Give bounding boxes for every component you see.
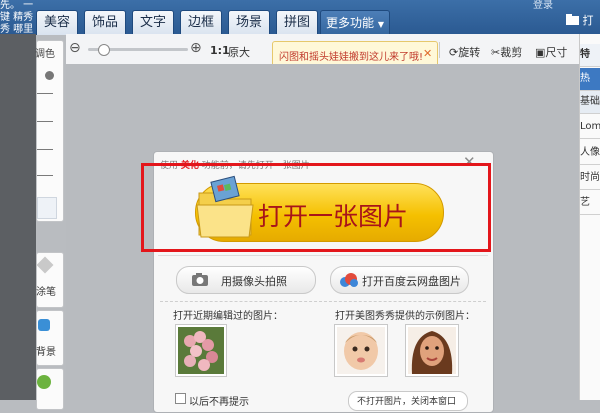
rotate-icon: ⟳ [449,46,459,59]
tab-frame[interactable]: 边框 [180,10,222,35]
slider-track[interactable] [37,175,53,176]
top-left-snippet: 先。 一键 精秀秀 哪里功能 [0,0,34,34]
brush-tool[interactable]: 涂笔 [36,252,64,308]
more-features-label: 更多功能 [326,16,375,30]
recent-images-label: 打开近期编辑过的图片： [173,311,283,322]
right-panel: 特 热 基础 Lom 人像 时尚 艺 [579,34,600,400]
zoom-slider-thumb[interactable] [98,44,110,56]
tool-icon [37,375,51,389]
highlight-box [141,163,491,252]
right-tab-fashion[interactable]: 时尚 [580,167,600,190]
apply-box[interactable] [37,197,57,219]
dropdown-arrow-icon: ▼ [377,20,384,29]
slider-track[interactable] [37,149,53,150]
actual-size-button[interactable]: 1:1 [210,44,230,57]
berries-photo [178,327,224,374]
right-panel-header: 特 [580,44,600,67]
zoom-out-icon[interactable]: ⊖ [69,40,81,56]
tab-text[interactable]: 文字 [132,10,174,35]
camera-icon [192,273,208,286]
reset-icon[interactable] [45,71,54,80]
scissors-icon: ✂ [491,46,501,59]
background-icon [38,319,50,331]
baby-photo [337,327,385,374]
original-size-label[interactable]: 原大 [228,44,250,60]
do-not-show-again[interactable]: 以后不再提示 [175,393,249,408]
open-button[interactable]: 打开 [566,10,600,49]
right-tab-lomo[interactable]: Lom [580,116,600,139]
more-features-menu[interactable]: 更多功能 ▼ [320,10,390,35]
toolbar-divider [439,42,440,58]
right-tab-basic[interactable]: 基础 [580,91,600,114]
brush-icon [36,256,54,274]
login-link[interactable]: 登录 [533,0,553,11]
right-tab-art[interactable]: 艺 [580,192,600,215]
tab-scene[interactable]: 场景 [228,10,270,35]
do-not-show-label: 以后不再提示 [189,397,249,408]
left-dark-strip [0,34,36,400]
slider-track[interactable] [37,93,53,94]
adjust-label: 调色 [35,49,55,60]
notice-text: 闪图和摇头娃娃搬到这儿来了哦! [279,52,424,63]
crop-label: 裁剪 [500,46,523,59]
brush-label: 涂笔 [36,287,56,298]
rotate-button[interactable]: ⟳旋转 [449,44,480,60]
sample-image-woman[interactable] [405,324,459,377]
crop-button[interactable]: ✂裁剪 [491,44,522,60]
more-tool[interactable] [36,368,64,410]
dashed-divider [160,301,486,302]
right-tab-hot[interactable]: 热 [580,68,600,91]
rotate-label: 旋转 [458,46,481,59]
tab-collage[interactable]: 拼图 [276,10,318,35]
folder-icon [566,14,579,25]
adjust-panel: 调色 [35,40,64,222]
close-without-open-button[interactable]: 不打开图片，关闭本窗口 [348,391,468,411]
resize-button[interactable]: ▣尺寸 [535,44,567,60]
background-tool[interactable]: 背景 [36,310,64,366]
tab-beauty[interactable]: 美容 [36,10,78,35]
camera-label: 用摄像头拍照 [221,275,287,288]
notice-close-icon[interactable]: ✕ [423,47,432,60]
baidu-cloud-button[interactable]: 打开百度云网盘图片 [330,266,469,294]
sample-images-label: 打开美图秀秀提供的示例图片： [335,311,475,322]
resize-icon: ▣ [535,46,546,59]
slider-track[interactable] [37,121,53,122]
camera-button[interactable]: 用摄像头拍照 [176,266,316,294]
cloud-label: 打开百度云网盘图片 [362,275,461,288]
resize-label: 尺寸 [545,46,568,59]
zoom-in-icon[interactable]: ⊕ [190,40,202,56]
cloud-icon [340,273,358,287]
dialog-divider [158,255,488,256]
close-without-open-label: 不打开图片，关闭本窗口 [357,397,457,407]
zoom-slider[interactable] [88,44,188,56]
sample-image-baby[interactable] [334,324,388,377]
right-tab-portrait[interactable]: 人像 [580,142,600,165]
tab-accessories[interactable]: 饰品 [84,10,126,35]
woman-photo [408,327,456,374]
recent-image-thumbnail[interactable] [175,324,227,377]
background-label: 背景 [36,347,56,358]
do-not-show-checkbox[interactable] [175,393,186,404]
